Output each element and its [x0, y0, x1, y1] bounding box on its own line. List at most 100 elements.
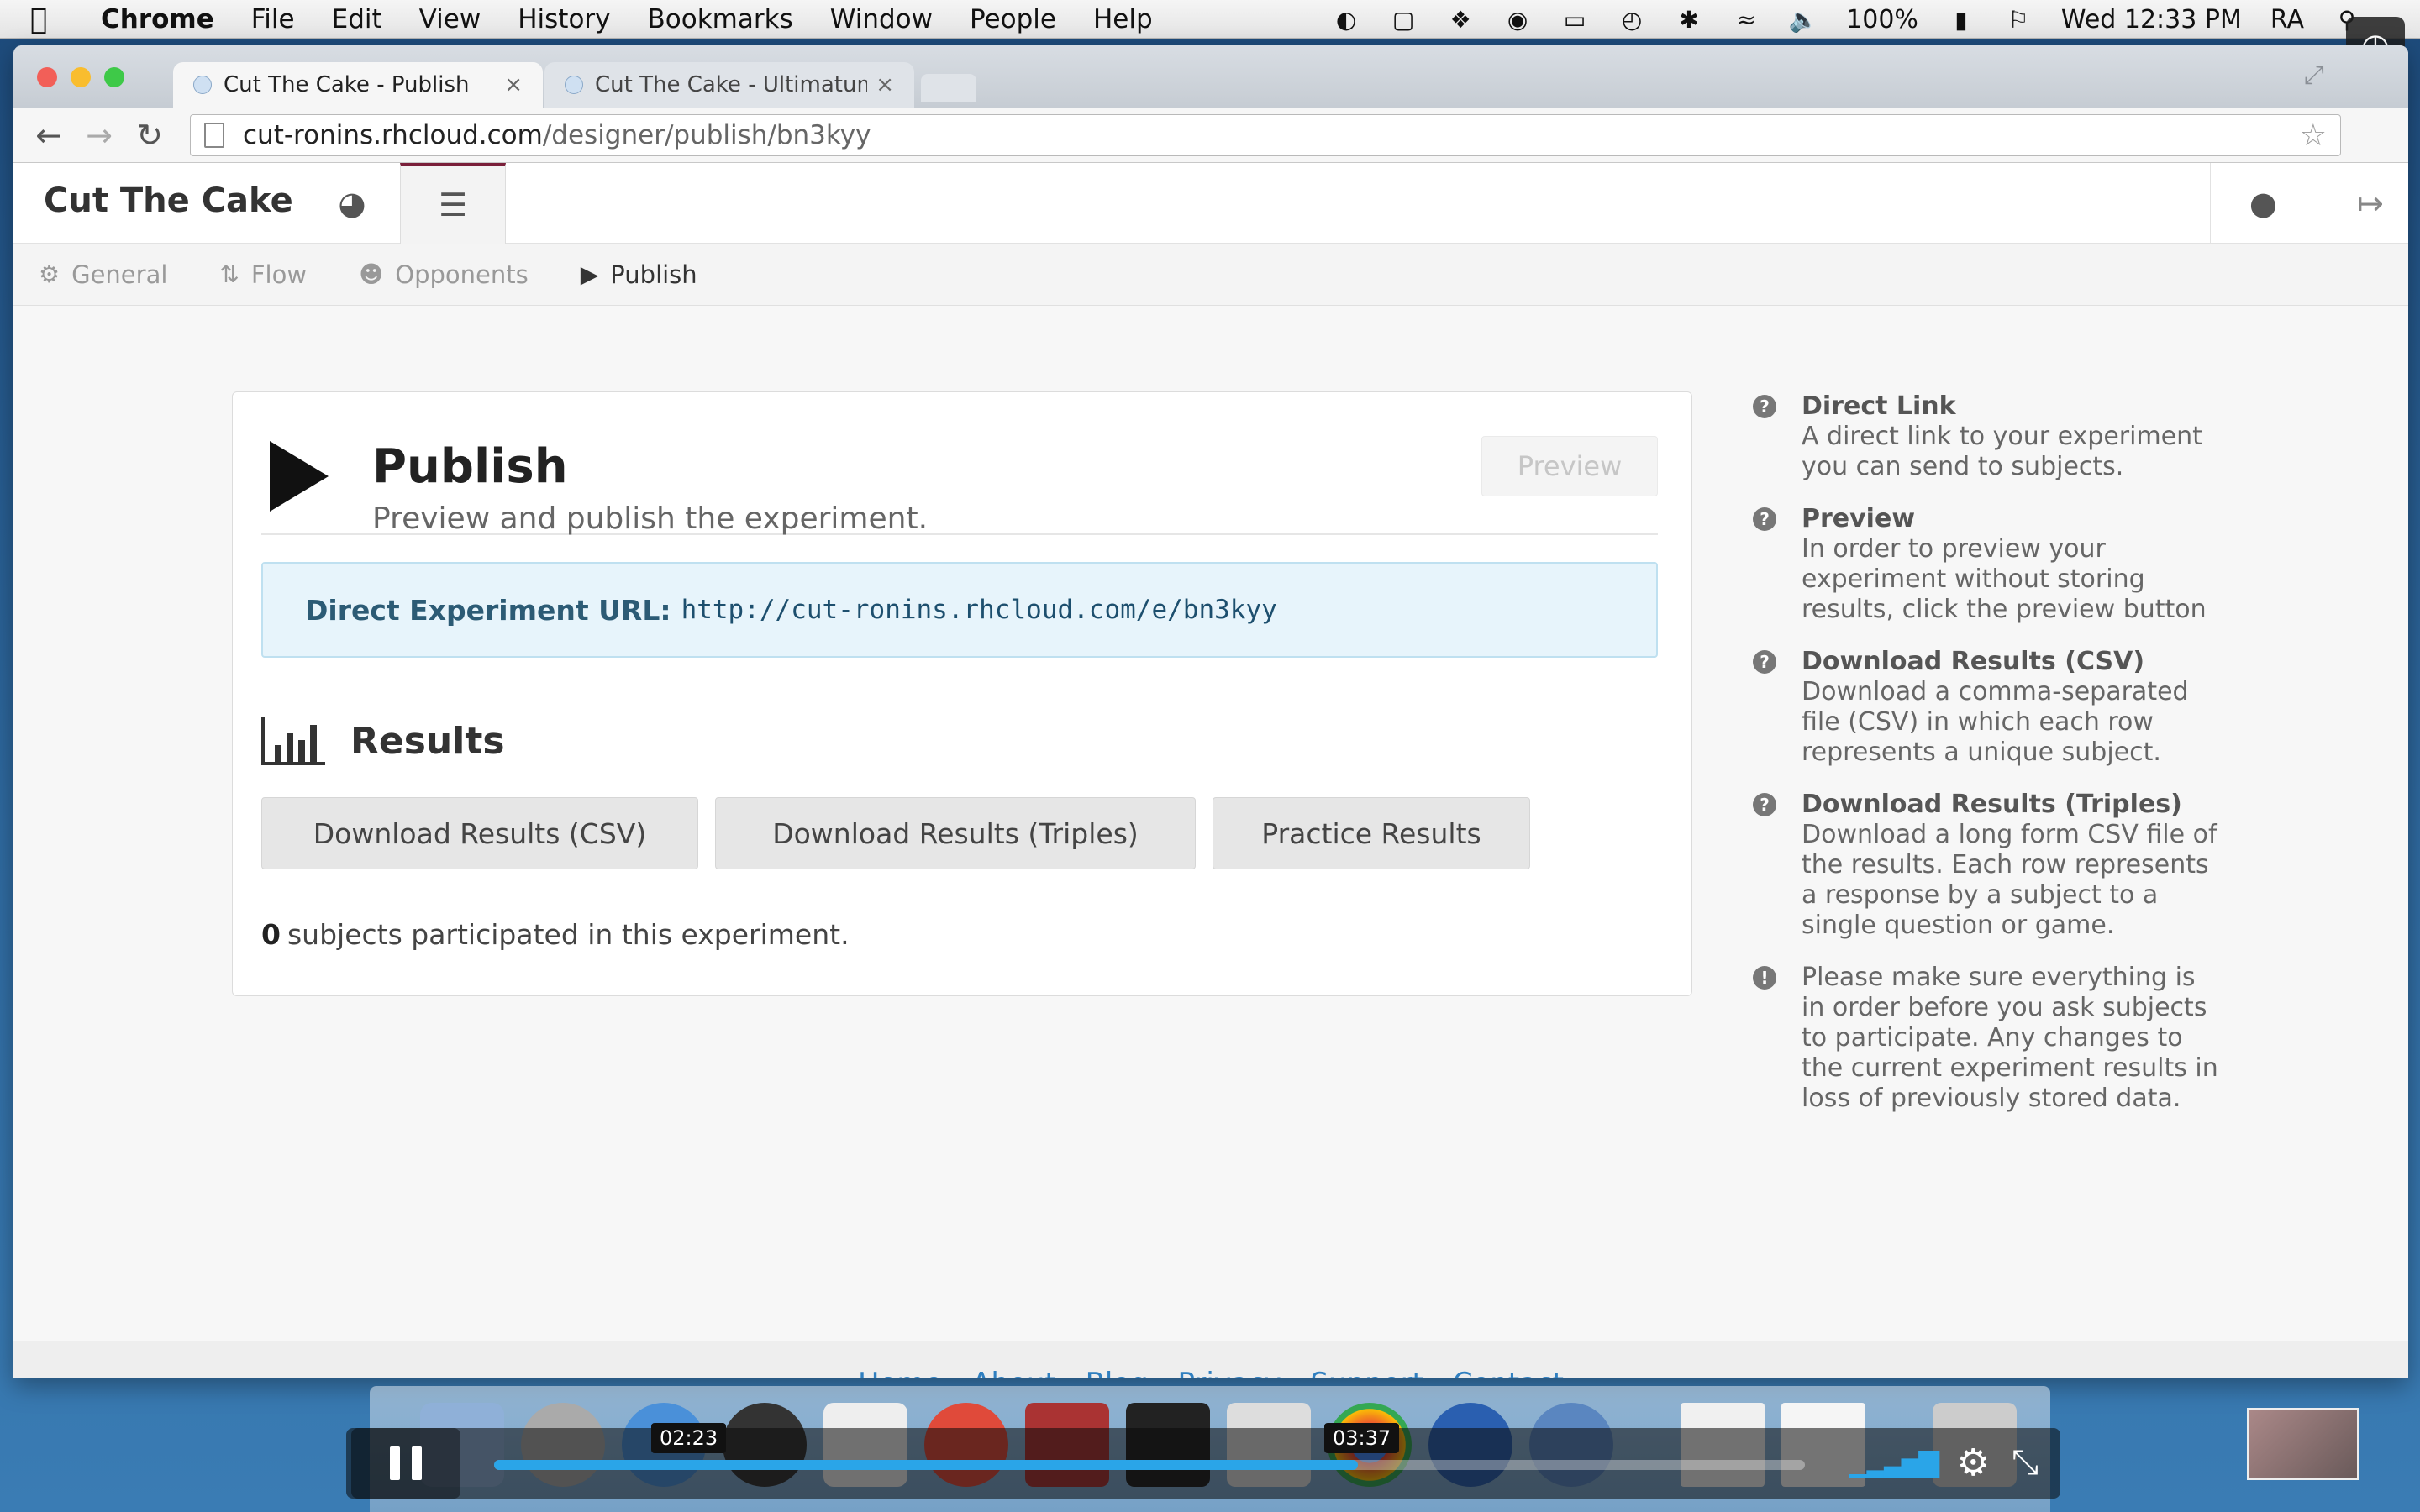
brand-logo[interactable]: Cut The Cake: [44, 181, 293, 220]
help-sidebar: ? Direct Link A direct link to your expe…: [1753, 391, 2223, 1136]
subnav-general[interactable]: ⚙ General: [39, 260, 167, 289]
apple-icon[interactable]: : [30, 3, 81, 36]
battery-icon[interactable]: ▮: [1947, 6, 1975, 34]
subnav-opponents[interactable]: ☻ Opponents: [359, 260, 529, 289]
download-triples-button[interactable]: Download Results (Triples): [715, 797, 1196, 869]
pause-icon: [412, 1446, 422, 1480]
volume-icon[interactable]: 🔈: [1789, 6, 1818, 34]
new-tab-button[interactable]: [921, 74, 976, 102]
close-tab-icon[interactable]: ×: [504, 72, 523, 97]
preview-button[interactable]: Preview: [1481, 436, 1658, 496]
sliders-icon[interactable]: ☰: [400, 163, 506, 244]
help-text: In order to preview your experiment with…: [1802, 534, 2207, 624]
menu-app-chrome[interactable]: Chrome: [101, 4, 214, 34]
download-csv-button[interactable]: Download Results (CSV): [261, 797, 698, 869]
help-title: Direct Link: [1802, 391, 1956, 421]
menu-bookmarks[interactable]: Bookmarks: [648, 4, 793, 34]
tab-publish[interactable]: Cut The Cake - Publish ×: [173, 62, 543, 108]
url-path: /designer/publish/bn3kyy: [542, 120, 871, 150]
pause-button[interactable]: [351, 1428, 460, 1499]
menu-file[interactable]: File: [251, 4, 295, 34]
panel-header: Publish Preview and publish the experime…: [261, 417, 1658, 536]
site-footer: Home· About· Blog· Privacy· Support· Con…: [13, 1341, 2408, 1378]
menu-edit[interactable]: Edit: [332, 4, 382, 34]
time-machine-icon[interactable]: ◴: [1618, 6, 1646, 34]
question-icon: ?: [1753, 793, 1776, 816]
logout-icon[interactable]: ↦: [2333, 163, 2408, 244]
battery-percent[interactable]: 100%: [1846, 5, 1918, 34]
footer-link-blog[interactable]: Blog: [1086, 1367, 1149, 1378]
window-icon[interactable]: ▢: [1389, 6, 1418, 34]
menu-window[interactable]: Window: [830, 4, 933, 34]
subnav-label: Flow: [250, 260, 308, 289]
menu-people[interactable]: People: [970, 4, 1056, 34]
footer-link-support[interactable]: Support: [1310, 1367, 1423, 1378]
tab-ultimatum[interactable]: Cut The Cake - Ultimatum ×: [544, 62, 914, 108]
menu-view[interactable]: View: [419, 4, 481, 34]
moon-icon[interactable]: ◐: [1332, 6, 1360, 34]
zoom-window-button[interactable]: [104, 67, 124, 87]
bookmark-star-icon[interactable]: ☆: [2300, 118, 2327, 153]
help-download-csv: ? Download Results (CSV) Download a comm…: [1753, 647, 2223, 768]
menu-user[interactable]: RA: [2270, 5, 2304, 34]
back-arrow-icon[interactable]: ←: [24, 117, 74, 154]
reload-icon[interactable]: ↻: [124, 117, 175, 154]
airplay-icon[interactable]: ▭: [1560, 6, 1589, 34]
help-title: Download Results (CSV): [1802, 647, 2145, 676]
participation-summary: 0 subjects participated in this experimen…: [261, 918, 850, 951]
menu-help[interactable]: Help: [1093, 4, 1153, 34]
fullscreen-icon[interactable]: ⤢: [2304, 60, 2324, 90]
help-text: A direct link to your experiment you can…: [1802, 422, 2202, 481]
subnav-flow[interactable]: ⇅ Flow: [219, 260, 307, 289]
menu-history[interactable]: History: [518, 4, 610, 34]
progress-fill: [494, 1460, 1358, 1470]
sort-icon: ⇅: [219, 260, 239, 288]
question-icon: ?: [1753, 507, 1776, 531]
footer-link-home[interactable]: Home: [858, 1367, 942, 1378]
publish-panel: Publish Preview and publish the experime…: [232, 391, 1692, 996]
settings-gear-icon[interactable]: ⚙: [1957, 1441, 1990, 1484]
footer-link-contact[interactable]: Contact: [1453, 1367, 1564, 1378]
subnav-label: Publish: [610, 260, 697, 289]
dropbox-icon[interactable]: ❖: [1446, 6, 1475, 34]
us-flag-icon[interactable]: ⚐: [2004, 6, 2033, 34]
total-time: 03:37: [1324, 1423, 1400, 1453]
play-icon: [270, 441, 329, 512]
help-title: Preview: [1802, 504, 1916, 533]
current-time: 02:23: [651, 1423, 727, 1453]
page-icon: [204, 123, 224, 148]
question-icon: ?: [1753, 650, 1776, 674]
practice-results-button[interactable]: Practice Results: [1213, 797, 1530, 869]
record-icon[interactable]: ◉: [1503, 6, 1532, 34]
tab-title: Cut The Cake - Publish: [224, 72, 470, 97]
forward-arrow-icon[interactable]: →: [74, 117, 124, 154]
user-icon[interactable]: ●: [2210, 163, 2316, 244]
address-bar[interactable]: cut-ronins.rhcloud.com/designer/publish/…: [190, 114, 2341, 156]
tab-strip: Cut The Cake - Publish × Cut The Cake - …: [13, 45, 2408, 108]
play-icon: ▶: [580, 260, 599, 288]
dashboard-icon[interactable]: ◕: [299, 163, 405, 244]
bluetooth-icon[interactable]: ✱: [1675, 6, 1703, 34]
group-icon: ☻: [359, 260, 384, 288]
page-title: Publish: [372, 439, 568, 494]
progress-track[interactable]: 02:23 03:37: [494, 1423, 1805, 1470]
close-window-button[interactable]: [37, 67, 57, 87]
volume-bars-icon[interactable]: ▁▂▃▅▇: [1849, 1446, 1939, 1478]
subnav-publish[interactable]: ▶ Publish: [581, 260, 697, 289]
close-tab-icon[interactable]: ×: [876, 72, 894, 97]
exit-fullscreen-icon[interactable]: ⤡: [2012, 1443, 2039, 1482]
results-title: Results: [350, 719, 505, 763]
favicon-icon: [565, 76, 583, 94]
macos-menu-bar:  Chrome File Edit View History Bookmark…: [0, 0, 2420, 39]
video-controls: 02:23 03:37 ▁▂▃▅▇ ⚙ ⤡: [346, 1423, 2060, 1499]
page-subtitle: Preview and publish the experiment.: [372, 501, 929, 536]
direct-url-link[interactable]: http://cut-ronins.rhcloud.com/e/bn3kyy: [681, 595, 1277, 625]
help-title: Download Results (Triples): [1802, 790, 2182, 819]
minimize-window-button[interactable]: [71, 67, 91, 87]
footer-link-privacy[interactable]: Privacy: [1178, 1367, 1281, 1378]
wifi-icon[interactable]: ≈: [1732, 6, 1760, 34]
footer-link-about[interactable]: About: [971, 1367, 1056, 1378]
exclamation-icon: !: [1753, 966, 1776, 990]
menu-clock[interactable]: Wed 12:33 PM: [2061, 5, 2242, 34]
app-navbar: Cut The Cake ◕ ☰ ● ↦: [13, 163, 2408, 244]
